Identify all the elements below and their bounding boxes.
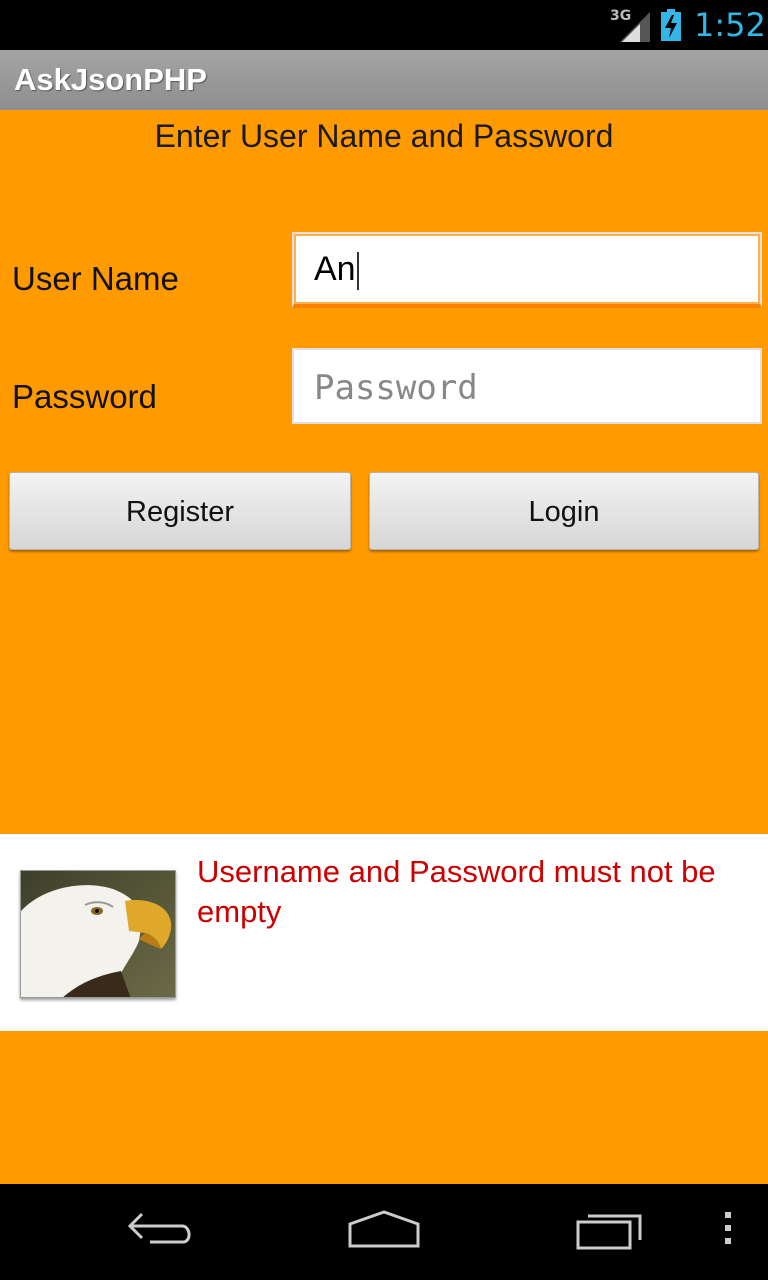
password-input[interactable]: Password [292, 348, 762, 424]
toast-message: Username and Password must not be empty [0, 834, 768, 1031]
username-value: An [314, 250, 359, 291]
overflow-menu-icon[interactable] [722, 1208, 734, 1248]
text-caret [356, 252, 359, 291]
back-icon[interactable] [124, 1208, 196, 1248]
home-icon[interactable] [346, 1208, 422, 1252]
login-form: Enter User Name and Password User Name A… [0, 110, 768, 1184]
username-label: User Name [12, 260, 179, 297]
app-title: AskJsonPHP [14, 62, 207, 97]
clock: 1:52 [694, 6, 766, 44]
status-bar: 3G 1:52 [0, 0, 768, 50]
form-heading: Enter User Name and Password [154, 118, 614, 154]
eagle-image [20, 870, 176, 998]
password-placeholder: Password [314, 368, 478, 408]
battery-charging-icon [661, 9, 681, 41]
recents-icon[interactable] [574, 1208, 646, 1252]
toast-text: Username and Password must not be empty [197, 854, 716, 929]
register-button[interactable]: Register [9, 472, 351, 550]
action-bar: AskJsonPHP [0, 50, 768, 110]
login-button[interactable]: Login [369, 472, 759, 550]
username-input[interactable]: An [292, 232, 762, 308]
navigation-bar [0, 1184, 768, 1280]
password-label: Password [12, 378, 157, 415]
signal-icon [620, 12, 650, 42]
